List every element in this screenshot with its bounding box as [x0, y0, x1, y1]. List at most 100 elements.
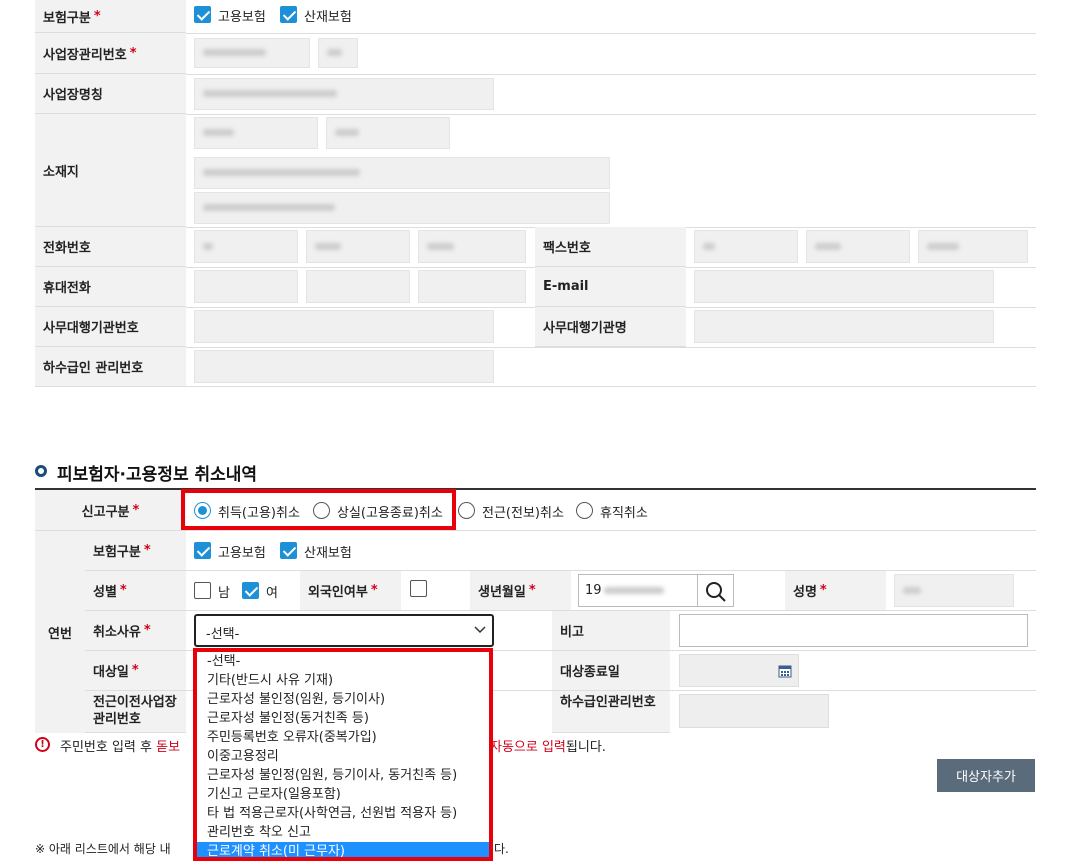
birth-search-button[interactable] — [698, 574, 734, 607]
prev-workplace-label: 전근이전사업장 관리번호 — [85, 691, 186, 733]
label-text: 비고 — [560, 625, 584, 640]
radio-leave-cancel[interactable] — [576, 502, 593, 519]
industrial-insurance-checkbox[interactable] — [280, 6, 297, 23]
notice-suffix: 됩니다. — [565, 740, 606, 755]
required-mark: * — [528, 583, 536, 598]
divider — [186, 386, 1036, 387]
agency-no-label: 사무대행기관번호 — [35, 307, 186, 347]
label-text: 팩스번호 — [543, 241, 591, 256]
male-label: 남 — [218, 586, 230, 601]
workplace-search-button[interactable] — [318, 38, 358, 68]
required-mark: * — [132, 502, 140, 518]
label-text: 하수급인 관리번호 — [43, 361, 144, 376]
gender-label: 성별 * — [85, 571, 186, 611]
divider — [186, 347, 1036, 348]
label-text: 소재지 — [43, 164, 79, 180]
employment-insurance-label: 고용보험 — [218, 10, 266, 25]
email-label: E-mail — [535, 267, 686, 307]
dropdown-option[interactable]: 이중고용정리 — [197, 747, 489, 766]
employment-insurance-checkbox[interactable] — [194, 6, 211, 23]
target-end-input[interactable] — [679, 654, 799, 687]
form-employment-insurance-checkbox[interactable] — [194, 542, 211, 559]
female-checkbox[interactable] — [242, 582, 259, 599]
required-mark: * — [143, 623, 151, 638]
zip-code-field-1 — [194, 117, 318, 149]
subcontract-label: 하수급인 관리번호 — [35, 347, 186, 387]
address-line-2 — [194, 192, 610, 224]
fax-label: 팩스번호 — [535, 227, 686, 267]
insurance-type-label: 보험구분 * — [35, 0, 186, 33]
address-line-1 — [194, 157, 610, 189]
required-mark: * — [93, 8, 101, 24]
add-target-button[interactable]: 대상자추가 — [937, 759, 1035, 792]
cancel-reason-select[interactable]: -선택- — [194, 614, 494, 647]
dropdown-options: -선택- 기타(반드시 사유 기재) 근로자성 불인정(임원, 등기이사) 근로자성 … — [197, 652, 489, 857]
fax-field-2 — [806, 230, 910, 263]
radio-label-transfer: 전근(전보)취소 — [482, 506, 564, 521]
label-text: 전화번호 — [43, 241, 91, 256]
row-number-header: 연번 — [35, 531, 85, 733]
dropdown-option[interactable]: 기신고 근로자(일용포함) — [197, 785, 489, 804]
bottom-note-tail: 다. — [494, 842, 509, 856]
dropdown-option[interactable]: 주민등록번호 오류자(중복가입) — [197, 728, 489, 747]
agency-name-label: 사무대행기관명 — [535, 307, 686, 347]
form-industrial-insurance-checkbox[interactable] — [280, 542, 297, 559]
email-field — [694, 270, 994, 303]
label-text: 생년월일 — [478, 585, 526, 600]
required-mark: * — [819, 583, 827, 598]
industrial-insurance-label: 산재보험 — [304, 10, 352, 25]
cancel-reason-dropdown: -선택- 기타(반드시 사유 기재) 근로자성 불인정(임원, 등기이사) 근로자성 … — [193, 648, 493, 861]
subcontract-no-label: 하수급인관리번호 — [552, 691, 670, 733]
dropdown-option[interactable]: -선택- — [197, 652, 489, 671]
phone-label: 전화번호 — [35, 227, 186, 267]
dropdown-option[interactable]: 근로자성 불인정(임원, 등기이사) — [197, 690, 489, 709]
label-text: 사무대행기관번호 — [43, 321, 139, 336]
form-insurance-type-label: 보험구분 * — [85, 531, 186, 571]
subcontract-no-input — [679, 694, 829, 728]
label-text: 휴대전화 — [43, 281, 91, 296]
male-checkbox[interactable] — [194, 582, 211, 599]
birth-date-value: 19 — [585, 583, 602, 598]
dropdown-option[interactable]: 근로계약 취소(미 근무자) — [197, 842, 489, 857]
workplace-no-field[interactable] — [194, 38, 310, 68]
mobile-field-2 — [306, 270, 410, 303]
dropdown-option[interactable]: 기타(반드시 사유 기재) — [197, 671, 489, 690]
note-input[interactable] — [679, 614, 1028, 647]
bottom-note: ※ 아래 리스트에서 해당 내 — [35, 842, 171, 856]
label-text: 사업장관리번호 — [43, 47, 127, 63]
notice-text: 주민번호 입력 후 돋보 — [60, 736, 180, 755]
address-label: 소재지 — [35, 114, 186, 227]
label-text: 사업장명칭 — [43, 88, 103, 103]
label-text: 사무대행기관명 — [543, 321, 627, 336]
calendar-icon[interactable] — [778, 664, 792, 678]
required-mark: * — [370, 583, 378, 598]
phone-field-1 — [194, 230, 298, 263]
mobile-field-3 — [418, 270, 526, 303]
required-mark: * — [131, 663, 139, 678]
dropdown-option[interactable]: 관리번호 착오 신고 — [197, 823, 489, 842]
phone-field-2 — [306, 230, 410, 263]
required-mark: * — [143, 543, 151, 558]
phone-field-3 — [418, 230, 526, 263]
label-text: 취소사유 — [93, 625, 141, 640]
birth-date-input[interactable]: 19 — [578, 574, 698, 607]
birth-date-masked — [603, 587, 664, 594]
search-icon — [706, 582, 726, 602]
female-label: 여 — [266, 586, 278, 601]
section-bullet-icon — [35, 465, 47, 477]
mobile-field-1 — [194, 270, 298, 303]
radio-label-leave: 휴직취소 — [600, 506, 648, 521]
select-value: -선택- — [206, 627, 240, 642]
dropdown-option[interactable]: 근로자성 불인정(임원, 등기이사, 동거친족 등) — [197, 766, 489, 785]
zip-code-field-2 — [326, 117, 450, 149]
workplace-no-label: 사업장관리번호 * — [35, 33, 186, 74]
dropdown-option[interactable]: 타 법 적용근로자(사학연금, 선원법 적용자 등) — [197, 804, 489, 823]
fax-field-3 — [918, 230, 1028, 263]
label-text: 대상종료일 — [560, 665, 620, 680]
foreigner-checkbox[interactable] — [410, 580, 427, 597]
radio-transfer-cancel[interactable] — [458, 502, 475, 519]
divider — [186, 74, 1036, 75]
cancel-reason-label: 취소사유 * — [85, 611, 186, 651]
target-date-label: 대상일 * — [85, 651, 186, 691]
dropdown-option[interactable]: 근로자성 불인정(동거친족 등) — [197, 709, 489, 728]
